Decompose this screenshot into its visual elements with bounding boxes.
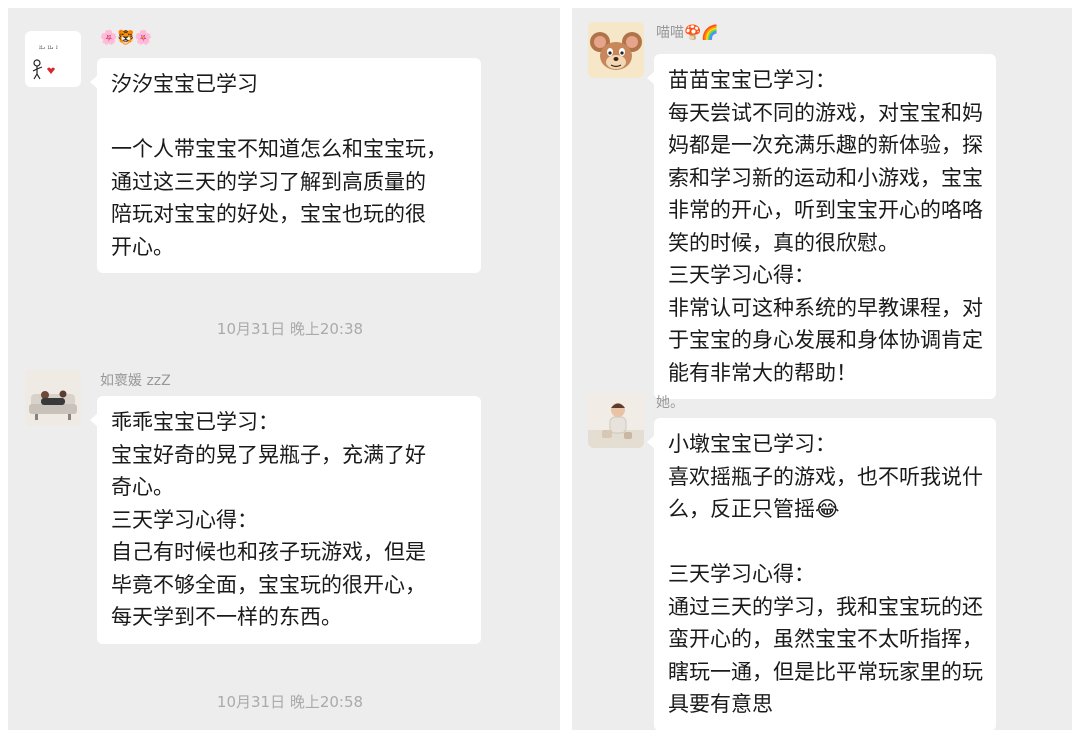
avatar[interactable]	[588, 392, 644, 448]
baby-photo-icon	[588, 392, 644, 448]
message-line: 三天学习心得：	[668, 562, 815, 586]
timestamp: 10月31日 晚上20:58	[216, 693, 364, 711]
timestamp: 10月31日 晚上20:38	[216, 320, 364, 338]
message-line	[111, 101, 467, 134]
message-bubble[interactable]: 乖乖宝宝已学习： 宝宝好奇的晃了晃瓶子，充满了好 奇心。 三天学习心得： 自己有…	[90, 396, 481, 644]
message-line: 具要有意思	[668, 692, 773, 716]
chat-panel-left: ܐ ܢܐܐ ܢܐܐ 🌸🐯🌸 汐汐宝宝已学习 一个人带宝宝不知道怎么和宝宝玩， 通…	[8, 8, 560, 730]
svg-text:ܐ ܢܐܐ ܢܐܐ: ܐ ܢܐܐ ܢܐܐ	[39, 44, 58, 51]
message-line: 奇心。	[111, 475, 174, 499]
message-line: 小墩宝宝已学习：	[668, 432, 836, 456]
message-line: 三天学习心得：	[668, 263, 815, 287]
sender-name: 她。	[656, 395, 684, 411]
message-bubble[interactable]: 苗苗宝宝已学习： 每天尝试不同的游戏，对宝宝和妈 妈都是一次充满乐趣的新体验，探…	[647, 54, 996, 399]
message-bubble[interactable]: 小墩宝宝已学习： 喜欢摇瓶子的游戏，也不听我说什 么，反正只管摇😂 三天学习心得…	[647, 418, 996, 730]
avatar[interactable]: ܐ ܢܐܐ ܢܐܐ	[25, 31, 81, 87]
message-line: 汐汐宝宝已学习	[111, 72, 258, 96]
message-line: 开心。	[111, 234, 174, 259]
message-line: 索和学习新的运动和小游戏，宝宝	[668, 165, 983, 190]
message-line: 笑的时候，真的很欣慰。	[668, 230, 899, 255]
message-line: 宝宝好奇的晃了晃瓶子，充满了好	[111, 442, 426, 467]
message-line: 三天学习心得：	[111, 507, 258, 532]
message-line: 每天学到不一样的东西。	[111, 605, 342, 629]
chat-panel-right: 喵喵🍄🌈 苗苗宝宝已学习： 每天尝试不同的游戏，对宝宝和妈 妈都是一次充满乐趣的…	[572, 8, 1072, 730]
message-bubble[interactable]: 汐汐宝宝已学习 一个人带宝宝不知道怎么和宝宝玩， 通过这三天的学习了解到高质量的…	[90, 58, 481, 273]
avatar[interactable]	[588, 22, 644, 78]
message-line: 蛮开心的，虽然宝宝不太听指挥，	[668, 627, 983, 651]
message-line: 自己有时候也和孩子玩游戏，但是	[111, 540, 426, 564]
message-line: 毕竟不够全面，宝宝玩的很开心，	[111, 572, 426, 597]
message-line: 非常的开心，听到宝宝开心的咯咯	[668, 198, 983, 222]
message-line: 瞎玩一通，但是比平常玩家里的玩	[668, 659, 983, 684]
message-line: 于宝宝的身心发展和身体协调肯定	[668, 328, 983, 352]
message-line: 一个人带宝宝不知道怎么和宝宝玩，	[111, 137, 447, 161]
message-line: 陪玩对宝宝的好处，宝宝也玩的很	[111, 202, 426, 226]
sender-name: 🌸🐯🌸	[100, 30, 153, 46]
message-line: 乖乖宝宝已学习：	[111, 410, 279, 434]
message-line: 每天尝试不同的游戏，对宝宝和妈	[668, 100, 983, 125]
message-line: 非常认可这种系统的早教课程，对	[668, 295, 983, 320]
stick-figure-heart-icon: ܐ ܢܐܐ ܢܐܐ	[32, 44, 58, 80]
message-line: 能有非常大的帮助！	[668, 360, 857, 385]
message-line: 妈都是一次充满乐趣的新体验，探	[668, 133, 983, 157]
sender-name: 如褱媛 zzZ	[100, 373, 171, 389]
message-line: 么，反正只管摇😂	[668, 497, 840, 521]
message-line: 喜欢摇瓶子的游戏，也不听我说什	[668, 464, 983, 489]
cartoon-mouse-icon	[588, 22, 644, 78]
message-line: 苗苗宝宝已学习：	[668, 68, 836, 92]
message-line: 通过三天的学习，我和宝宝玩的还	[668, 594, 983, 619]
sender-name: 喵喵🍄🌈	[656, 25, 719, 41]
message-line	[668, 526, 982, 559]
avatar[interactable]	[25, 370, 81, 426]
message-line: 通过这三天的学习了解到高质量的	[111, 169, 426, 194]
sofa-photo-icon	[25, 370, 81, 426]
